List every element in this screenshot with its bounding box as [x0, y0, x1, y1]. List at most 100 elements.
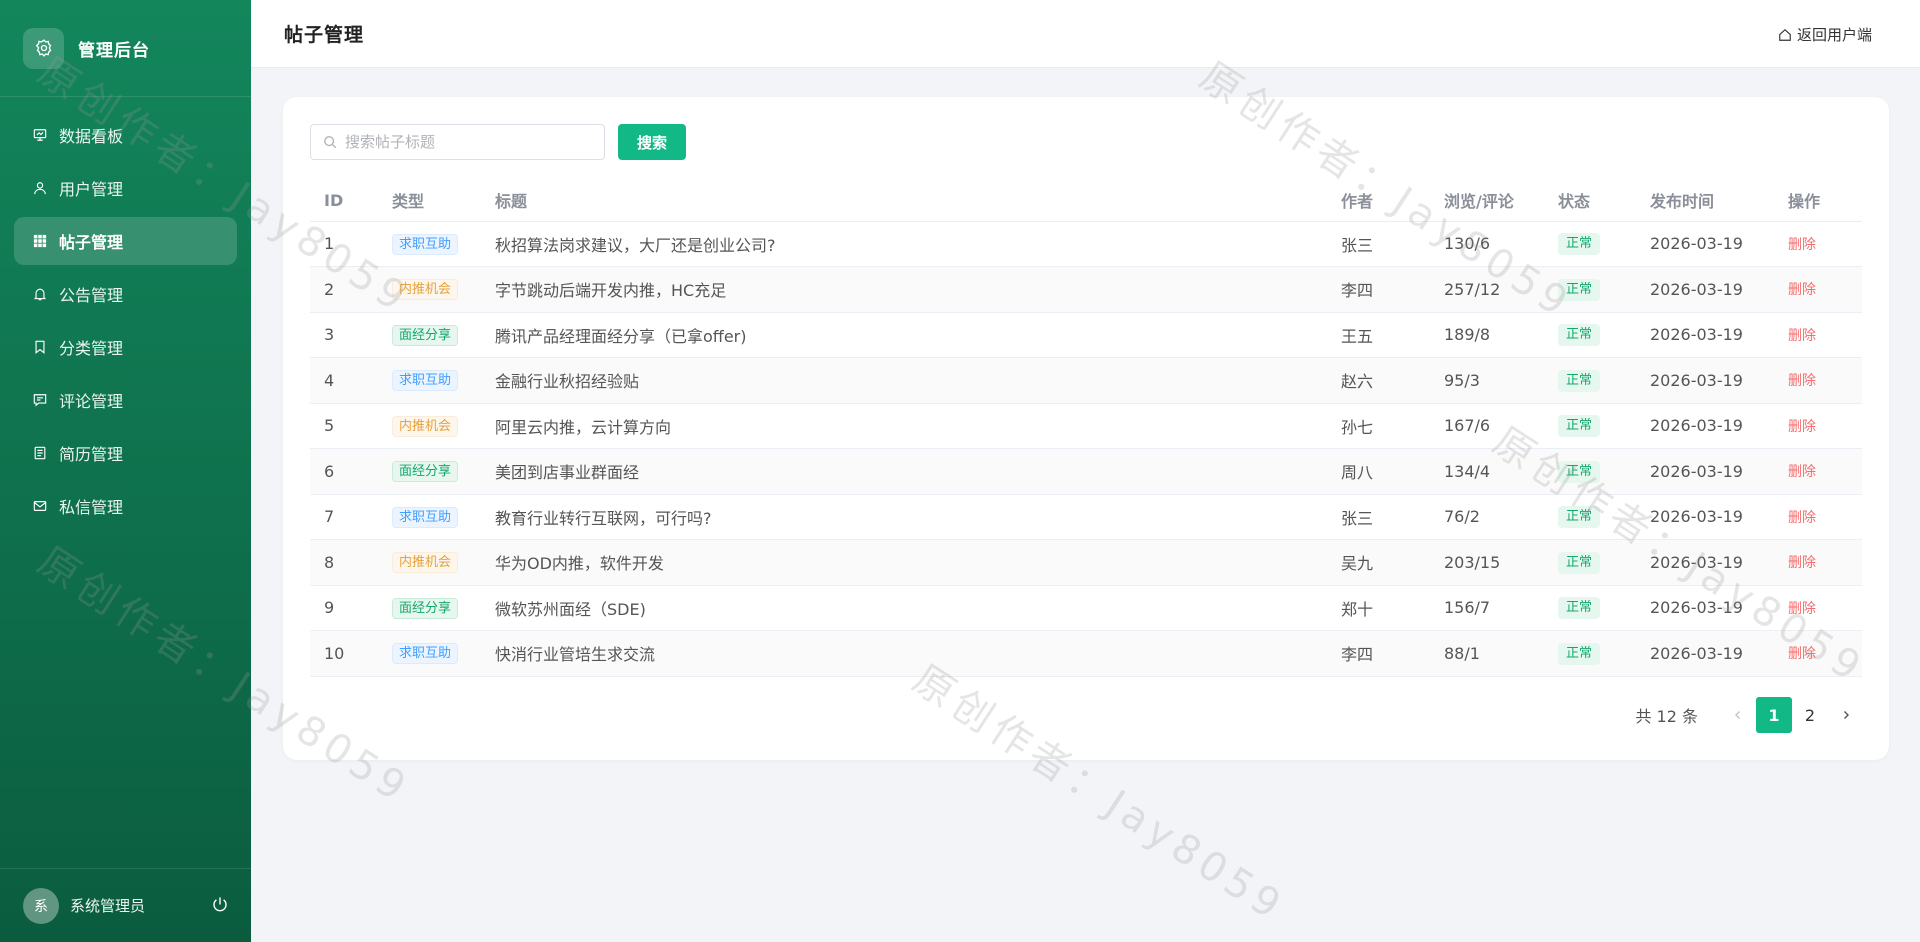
brand-title: 管理后台 [78, 40, 150, 61]
grid-icon [32, 233, 48, 249]
cell-status: 正常 [1544, 539, 1636, 586]
sidebar-footer: 系 系统管理员 [0, 868, 251, 942]
cell-action: 删除 [1774, 585, 1862, 631]
status-badge: 正常 [1558, 233, 1601, 256]
delete-button[interactable]: 删除 [1788, 328, 1816, 344]
sidebar-item-comments[interactable]: 评论管理 [14, 376, 237, 424]
cell-status: 正常 [1544, 494, 1636, 540]
cell-title: 美团到店事业群面经 [481, 448, 1327, 495]
cell-author: 赵六 [1327, 357, 1430, 404]
type-tag: 求职互助 [392, 506, 459, 528]
sidebar-menu: 数据看板 用户管理 帖子管理 公告管理 分类管理 评论管理 简历管理 私信管理 [0, 97, 251, 530]
cell-title: 微软苏州面经（SDE) [481, 585, 1327, 631]
delete-button[interactable]: 删除 [1788, 282, 1816, 298]
sidebar-item-resumes[interactable]: 简历管理 [14, 429, 237, 477]
cell-title: 阿里云内推，云计算方向 [481, 403, 1327, 449]
next-page-button[interactable] [1828, 697, 1864, 733]
cell-action: 删除 [1774, 266, 1862, 313]
cell-status: 正常 [1544, 403, 1636, 449]
delete-button[interactable]: 删除 [1788, 555, 1816, 571]
sidebar-item-label: 用户管理 [59, 180, 124, 199]
sidebar-item-categories[interactable]: 分类管理 [14, 323, 237, 371]
sidebar: 管理后台 数据看板 用户管理 帖子管理 公告管理 分类管理 评论管理 简历管理 … [0, 0, 251, 942]
table-row: 6 面经分享 美团到店事业群面经 周八 134/4 正常 2026-03-19 删除 [310, 448, 1862, 495]
search-box[interactable] [310, 124, 605, 160]
sidebar-item-messages[interactable]: 私信管理 [14, 482, 237, 530]
table-body: 1 求职互助 秋招算法岗求建议，大厂还是创业公司? 张三 130/6 正常 2026-03-… [310, 221, 1862, 677]
sidebar-item-dashboard[interactable]: 数据看板 [14, 111, 237, 159]
page-button-2[interactable]: 2 [1792, 697, 1828, 733]
cell-id: 2 [310, 266, 378, 313]
sidebar-item-label: 数据看板 [59, 127, 124, 146]
home-icon [1779, 28, 1791, 41]
chevron-right-icon [1844, 711, 1849, 719]
column-header-id[interactable]: ID [310, 180, 378, 222]
cell-author: 王五 [1327, 312, 1430, 358]
column-header-status[interactable]: 状态 [1544, 180, 1636, 222]
cell-action: 删除 [1774, 221, 1862, 267]
type-tag: 内推机会 [392, 279, 459, 301]
power-icon[interactable] [211, 896, 229, 914]
prev-page-button[interactable] [1720, 697, 1756, 733]
type-tag: 面经分享 [392, 324, 459, 346]
settings-logo-icon [23, 27, 64, 69]
sidebar-item-posts[interactable]: 帖子管理 [14, 217, 237, 265]
top-header: 帖子管理 返回用户端 [251, 0, 1920, 68]
delete-button[interactable]: 删除 [1788, 237, 1816, 253]
delete-button[interactable]: 删除 [1788, 510, 1816, 526]
cell-type: 面经分享 [378, 448, 481, 495]
sidebar-item-users[interactable]: 用户管理 [14, 164, 237, 212]
table-row: 9 面经分享 微软苏州面经（SDE) 郑十 156/7 正常 2026-03-19 删除 [310, 585, 1862, 631]
type-tag: 求职互助 [392, 643, 459, 665]
posts-card: 搜索 ID 类型 标题 作者 浏览/评论 状态 发布时间 操作 1求职互助秋招算… [283, 97, 1889, 760]
avatar[interactable]: 系 [23, 887, 59, 924]
sidebar-item-label: 帖子管理 [59, 233, 124, 252]
cell-date: 2026-03-19 [1636, 221, 1774, 267]
posts-table: ID 类型 标题 作者 浏览/评论 状态 发布时间 操作 1 求职互助 秋招算法岗求… [310, 180, 1862, 677]
mail-icon [32, 498, 48, 514]
delete-button[interactable]: 删除 [1788, 464, 1816, 480]
column-header-title[interactable]: 标题 [481, 180, 1327, 222]
type-tag: 内推机会 [392, 415, 459, 437]
cell-type: 求职互助 [378, 357, 481, 404]
column-header-action[interactable]: 操作 [1774, 180, 1862, 222]
cell-author: 吴九 [1327, 539, 1430, 586]
search-button[interactable]: 搜索 [618, 124, 686, 160]
page-button-1[interactable]: 1 [1756, 697, 1792, 733]
cell-author: 郑十 [1327, 585, 1430, 631]
cell-id: 4 [310, 357, 378, 404]
cell-stats: 134/4 [1430, 448, 1544, 495]
sidebar-item-label: 分类管理 [59, 339, 124, 358]
cell-type: 求职互助 [378, 494, 481, 540]
delete-button[interactable]: 删除 [1788, 646, 1816, 662]
sidebar-item-announcements[interactable]: 公告管理 [14, 270, 237, 318]
search-input[interactable] [345, 133, 595, 151]
back-link-label: 返回用户端 [1796, 26, 1872, 44]
bookmark-icon [32, 339, 48, 355]
cell-status: 正常 [1544, 312, 1636, 358]
cell-author: 李四 [1327, 630, 1430, 677]
status-badge: 正常 [1558, 278, 1601, 301]
status-badge: 正常 [1558, 369, 1601, 392]
delete-button[interactable]: 删除 [1788, 419, 1816, 435]
cell-date: 2026-03-19 [1636, 630, 1774, 677]
cell-stats: 257/12 [1430, 266, 1544, 313]
back-to-user-link[interactable]: 返回用户端 [1778, 24, 1872, 45]
cell-title: 金融行业秋招经验贴 [481, 357, 1327, 404]
cell-date: 2026-03-19 [1636, 585, 1774, 631]
column-header-type[interactable]: 类型 [378, 180, 481, 222]
status-badge: 正常 [1558, 415, 1601, 438]
cell-date: 2026-03-19 [1636, 403, 1774, 449]
cell-status: 正常 [1544, 448, 1636, 495]
delete-button[interactable]: 删除 [1788, 601, 1816, 617]
cell-status: 正常 [1544, 221, 1636, 267]
cell-id: 9 [310, 585, 378, 631]
cell-title: 腾讯产品经理面经分享（已拿offer) [481, 312, 1327, 358]
cell-type: 内推机会 [378, 266, 481, 313]
type-tag: 面经分享 [392, 461, 459, 483]
column-header-author[interactable]: 作者 [1327, 180, 1430, 222]
cell-author: 张三 [1327, 221, 1430, 267]
column-header-date[interactable]: 发布时间 [1636, 180, 1774, 222]
delete-button[interactable]: 删除 [1788, 373, 1816, 389]
column-header-stats[interactable]: 浏览/评论 [1430, 180, 1544, 222]
